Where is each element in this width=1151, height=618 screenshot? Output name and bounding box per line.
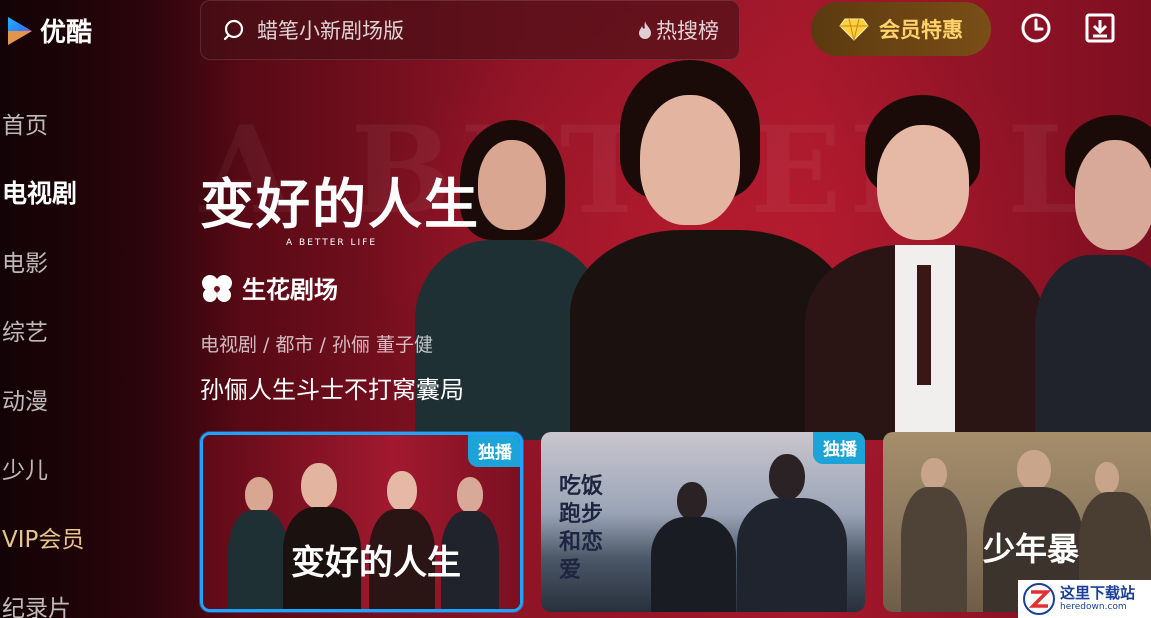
search-box[interactable]: 蜡笔小新剧场版 热搜榜 <box>200 0 740 60</box>
download-icon[interactable] <box>1084 12 1116 44</box>
hero-brand: 生花剧场 <box>200 270 338 305</box>
diamond-icon <box>839 18 869 41</box>
watermark-logo-icon <box>1023 583 1055 615</box>
sidebar-item-anime[interactable]: 动漫 <box>0 364 140 433</box>
sidebar-item-movies[interactable]: 电影 <box>0 226 140 295</box>
search-placeholder: 蜡笔小新剧场版 <box>257 19 404 43</box>
sidebar-item-tv-series[interactable]: 电视剧 <box>0 157 140 226</box>
watermark-cn: 这里下载站 <box>1060 584 1136 602</box>
hot-search-link[interactable]: 热搜榜 <box>636 15 719 45</box>
history-icon[interactable] <box>1020 12 1052 44</box>
card-3-title: 少年暴 <box>983 530 1080 568</box>
card-1-title: 变好的人生 <box>291 543 461 583</box>
youku-logo-icon <box>8 16 32 45</box>
hero-cast-image <box>410 60 1151 440</box>
flower-logo-icon <box>202 274 232 302</box>
hero-meta: 电视剧 / 都市 / 孙俪 董子健 <box>200 334 434 356</box>
show-card-1[interactable]: 变好的人生 独播 <box>200 432 523 612</box>
sidebar-item-kids[interactable]: 少儿 <box>0 433 140 502</box>
card-2-title: 吃饭跑步和恋爱 <box>559 473 604 583</box>
sidebar-item-variety[interactable]: 综艺 <box>0 295 140 364</box>
sidebar-item-home[interactable]: 首页 <box>0 88 140 157</box>
search-icon <box>223 19 244 41</box>
hot-search-label: 热搜榜 <box>656 19 719 43</box>
sidebar-item-documentary[interactable]: 纪录片 <box>0 571 140 618</box>
show-card-2[interactable]: 吃饭跑步和恋爱 独播 <box>541 432 865 612</box>
hero-brand-label: 生花剧场 <box>242 276 338 304</box>
hero-tagline: 孙俪人生斗士不打窝囊局 <box>200 376 464 404</box>
hero-show-english-title: A BETTER LIFE <box>286 238 378 248</box>
watermark-en: heredown.com <box>1060 602 1127 612</box>
vip-offer-button[interactable]: 会员特惠 <box>811 2 991 56</box>
sidebar-nav: 首页 电视剧 电影 综艺 动漫 少儿 VIP会员 纪录片 <box>0 88 140 618</box>
site-watermark: 这里下载站 heredown.com <box>1018 580 1151 618</box>
app-logo[interactable]: 优酷 <box>6 12 92 49</box>
hero-show-title: 变好的人生 <box>200 172 480 236</box>
app-name: 优酷 <box>40 18 93 48</box>
sidebar-item-vip[interactable]: VIP会员 <box>0 502 140 571</box>
vip-offer-label: 会员特惠 <box>879 18 963 42</box>
flame-icon <box>639 21 651 39</box>
exclusive-badge: 独播 <box>468 435 520 467</box>
exclusive-badge: 独播 <box>813 432 865 464</box>
